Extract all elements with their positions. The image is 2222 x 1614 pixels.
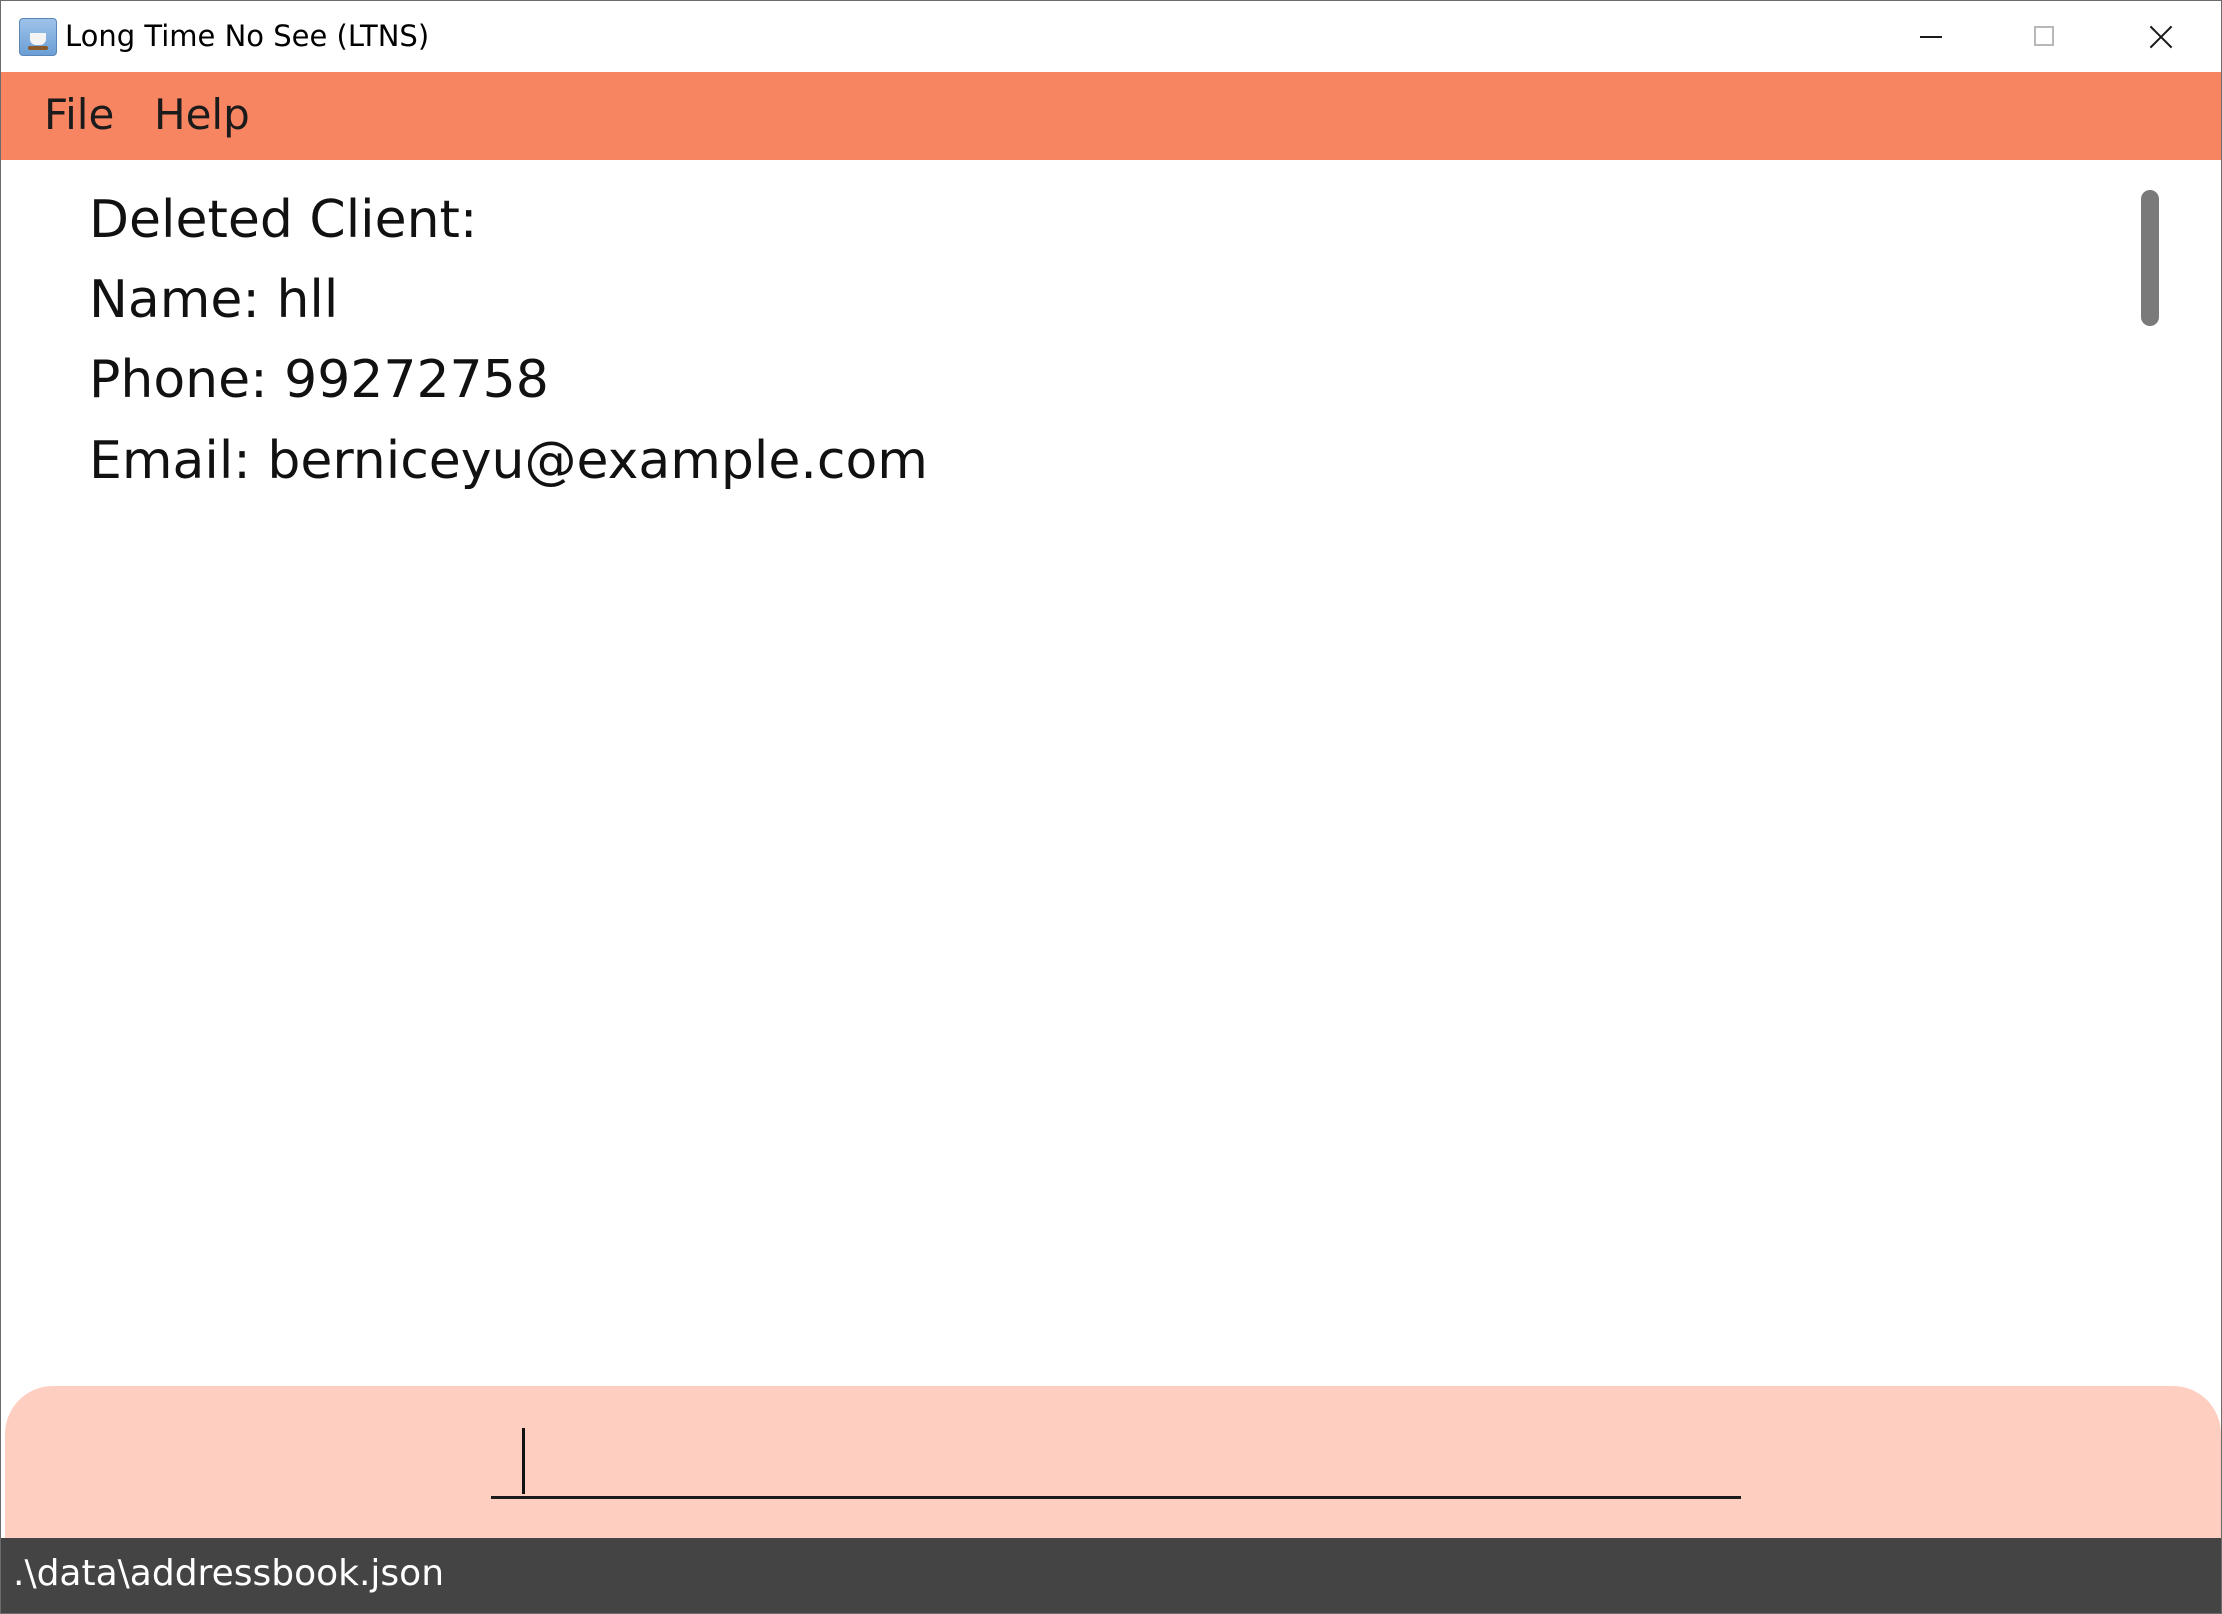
menu-help[interactable]: Help	[154, 90, 250, 139]
minimize-button[interactable]	[1875, 1, 1987, 72]
title-bar[interactable]: Long Time No See (LTNS)	[1, 1, 2221, 72]
result-name: Name: hll	[89, 270, 339, 330]
maximize-icon	[2034, 26, 2054, 46]
window-title: Long Time No See (LTNS)	[65, 19, 430, 53]
menu-bar: File Help	[1, 72, 2221, 160]
scrollbar-thumb[interactable]	[2141, 190, 2159, 326]
app-window: Long Time No See (LTNS) File Help Delete…	[0, 0, 2222, 1614]
text-caret	[522, 1428, 525, 1494]
result-heading: Deleted Client:	[89, 190, 478, 250]
command-panel	[5, 1386, 2221, 1538]
close-button[interactable]	[2105, 1, 2217, 72]
minimize-icon	[1920, 36, 1942, 38]
java-coffee-cup-icon	[19, 18, 57, 56]
close-icon	[2149, 25, 2173, 49]
save-location-path: .\data\addressbook.json	[13, 1553, 445, 1594]
status-bar: .\data\addressbook.json	[1, 1538, 2221, 1613]
menu-file[interactable]: File	[44, 90, 114, 139]
result-phone: Phone: 99272758	[89, 350, 549, 410]
maximize-button[interactable]	[1989, 1, 2101, 72]
command-input[interactable]	[491, 1420, 1741, 1499]
result-display[interactable]: Deleted Client: Name: hll Phone: 9927275…	[1, 160, 2221, 1386]
result-email: Email: berniceyu@example.com	[89, 431, 928, 491]
